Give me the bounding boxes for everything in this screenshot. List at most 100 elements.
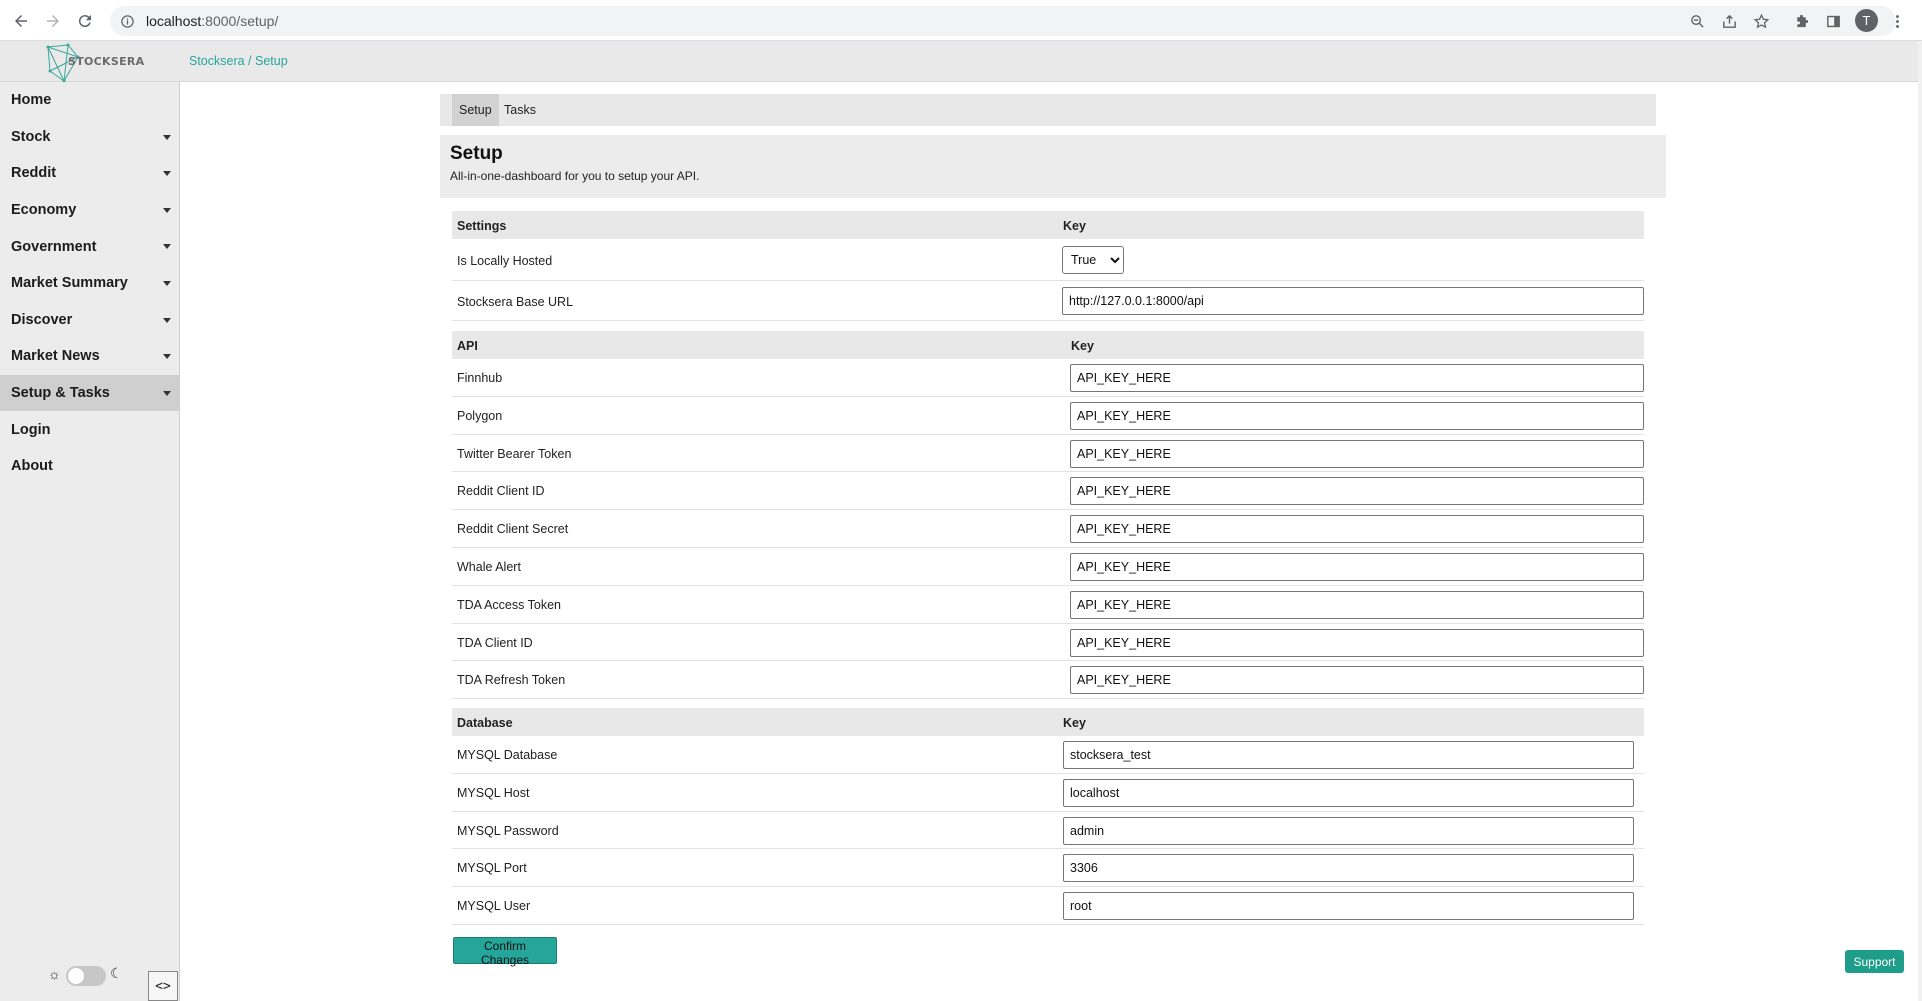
sidebar-item-label: Market Summary — [11, 275, 128, 292]
sidebar-item-reddit[interactable]: Reddit — [0, 155, 179, 192]
back-icon[interactable] — [8, 8, 34, 34]
page-scrollbar[interactable] — [1918, 41, 1922, 1001]
site-info-icon[interactable] — [118, 12, 136, 30]
sidebar-item-label: About — [11, 458, 53, 475]
database-header-label: Database — [457, 716, 513, 730]
database-key-input[interactable] — [1063, 741, 1634, 769]
sidebar-item-setup-tasks[interactable]: Setup & Tasks — [0, 374, 179, 412]
database-row: MYSQL Password — [452, 812, 1644, 850]
api-label: TDA Access Token — [457, 597, 561, 612]
tab-tasks[interactable]: Tasks — [497, 94, 543, 126]
api-key-input[interactable] — [1070, 515, 1644, 544]
sidebar-item-about[interactable]: About — [0, 448, 179, 485]
menu-kebab-icon[interactable] — [1886, 10, 1908, 32]
caret-down-icon — [163, 390, 171, 396]
database-key-input[interactable] — [1063, 778, 1634, 807]
database-label: MYSQL Host — [457, 785, 530, 800]
sidebar-item-discover[interactable]: Discover — [0, 302, 179, 339]
page-subtitle: All-in-one-dashboard for you to setup yo… — [450, 169, 700, 183]
address-bar[interactable]: localhost:8000/setup/ — [110, 6, 1896, 36]
api-key-input[interactable] — [1070, 439, 1644, 468]
side-panel-icon[interactable] — [1822, 10, 1844, 32]
api-label: Finnhub — [457, 371, 503, 385]
api-key-input[interactable] — [1070, 590, 1644, 619]
setting-label: Stocksera Base URL — [457, 295, 574, 309]
page-hero: Setup All-in-one-dashboard for you to se… — [440, 135, 1666, 198]
dark-mode-switch[interactable] — [66, 966, 106, 986]
api-label: Reddit Client Secret — [457, 522, 569, 537]
api-row: Reddit Client ID — [452, 472, 1644, 511]
sun-icon: ☼ — [48, 966, 61, 982]
base-url-input[interactable] — [1062, 287, 1644, 315]
sidebar-item-market-summary[interactable]: Market Summary — [0, 265, 179, 302]
forward-icon[interactable] — [40, 8, 66, 34]
database-key-input[interactable] — [1063, 892, 1634, 921]
api-key-input[interactable] — [1070, 364, 1644, 392]
bookmark-star-icon[interactable] — [1750, 10, 1772, 32]
browser-toolbar: localhost:8000/setup/ T — [0, 0, 1922, 41]
api-row: TDA Client ID — [452, 624, 1644, 662]
api-key-input[interactable] — [1070, 628, 1644, 657]
api-key-input[interactable] — [1070, 553, 1644, 581]
api-key-input[interactable] — [1070, 477, 1644, 506]
sidebar-item-label: Government — [11, 238, 97, 255]
setting-row-locally-hosted: Is Locally Hosted True False — [452, 239, 1644, 281]
database-key-header: Key — [1063, 716, 1086, 730]
api-key-input[interactable] — [1070, 401, 1644, 430]
zoom-icon[interactable] — [1686, 10, 1708, 32]
api-row: Twitter Bearer Token — [452, 435, 1644, 473]
settings-header: Settings Key — [452, 211, 1644, 239]
setting-row-base-url: Stocksera Base URL — [452, 281, 1644, 321]
sidebar-item-stock[interactable]: Stock — [0, 119, 179, 156]
api-row: TDA Refresh Token — [452, 661, 1644, 700]
caret-down-icon — [163, 171, 171, 177]
sidebar-item-label: Home — [11, 92, 52, 109]
caret-down-icon — [163, 244, 171, 250]
sidebar-item-label: Economy — [11, 202, 77, 219]
extensions-icon[interactable] — [1790, 10, 1812, 32]
database-row: MYSQL Host — [452, 774, 1644, 812]
sidebar-item-label: Setup & Tasks — [11, 385, 110, 402]
sidebar: Home Stock Reddit Economy Government Mar… — [0, 82, 180, 1001]
database-row: MYSQL User — [452, 887, 1644, 925]
breadcrumb[interactable]: Stocksera / Setup — [189, 54, 288, 68]
api-label: Whale Alert — [457, 560, 521, 574]
share-icon[interactable] — [1718, 10, 1740, 32]
reload-icon[interactable] — [72, 8, 98, 34]
api-header-label: API — [457, 339, 478, 353]
sidebar-item-login[interactable]: Login — [0, 411, 179, 448]
api-row: TDA Access Token — [452, 586, 1644, 624]
sidebar-item-home[interactable]: Home — [0, 82, 179, 119]
sidebar-item-label: Stock — [11, 128, 51, 145]
api-row: Whale Alert — [452, 548, 1644, 586]
api-row: Polygon — [452, 397, 1644, 435]
confirm-changes-button[interactable]: Confirm Changes — [453, 937, 557, 967]
api-key-input[interactable] — [1070, 666, 1644, 695]
url-path: :8000/setup/ — [201, 13, 279, 29]
database-label: MYSQL Port — [457, 861, 527, 876]
caret-down-icon — [163, 280, 171, 286]
theme-toggle: ☼ ☾ — [48, 964, 148, 988]
caret-down-icon — [163, 317, 171, 323]
app-header: STOCKSERA Stocksera / Setup — [0, 41, 1918, 82]
database-key-input[interactable] — [1063, 816, 1634, 845]
api-header: API Key — [452, 331, 1644, 359]
api-label: Polygon — [457, 408, 503, 423]
sidebar-item-label: Market News — [11, 348, 100, 365]
database-key-input[interactable] — [1063, 854, 1634, 883]
support-button[interactable]: Support — [1845, 950, 1904, 973]
tab-setup[interactable]: Setup — [452, 94, 499, 126]
api-row: Finnhub — [452, 359, 1644, 397]
caret-down-icon — [163, 354, 171, 360]
profile-avatar[interactable]: T — [1855, 9, 1878, 32]
caret-down-icon — [163, 134, 171, 140]
page-title: Setup — [450, 143, 503, 164]
url-text: localhost:8000/setup/ — [146, 13, 278, 29]
sidebar-item-economy[interactable]: Economy — [0, 192, 179, 229]
stocksera-logo[interactable]: STOCKSERA — [44, 41, 144, 82]
locally-hosted-select[interactable]: True False — [1062, 246, 1124, 274]
sidebar-item-government[interactable]: Government — [0, 228, 179, 265]
sidebar-collapse-button[interactable]: <> — [148, 971, 178, 1001]
database-header: Database Key — [452, 708, 1644, 736]
sidebar-item-market-news[interactable]: Market News — [0, 338, 179, 375]
